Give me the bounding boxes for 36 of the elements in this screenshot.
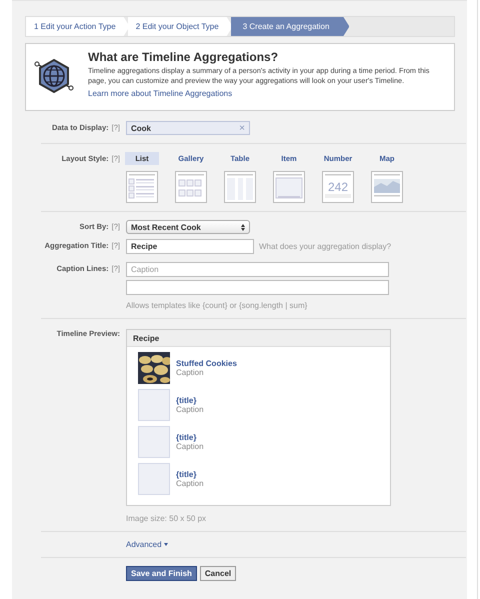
item-title[interactable]: {title} xyxy=(176,433,204,442)
item-caption: Caption xyxy=(176,368,205,377)
wizard-step[interactable]: 1 Edit your Action Type xyxy=(26,17,130,36)
image-placeholder xyxy=(138,463,170,495)
image-placeholder xyxy=(138,426,170,458)
globe-icon xyxy=(34,56,74,96)
sort-select[interactable]: Most Recent Cook xyxy=(126,220,250,234)
data-token-field[interactable]: Cook × xyxy=(126,121,250,135)
map-layout-icon[interactable] xyxy=(371,171,403,203)
image-placeholder xyxy=(138,389,170,421)
advanced-link[interactable]: Advanced xyxy=(126,540,168,549)
item-title[interactable]: {title} xyxy=(176,470,204,479)
cancel-button[interactable]: Cancel xyxy=(200,566,236,581)
save-button[interactable]: Save and Finish xyxy=(126,566,197,581)
item-caption: Caption xyxy=(176,442,204,451)
image-size-note: Image size: 50 x 50 px xyxy=(126,514,208,523)
wizard-step[interactable]: 3 Create an Aggregation xyxy=(230,17,350,36)
table-layout-icon[interactable] xyxy=(224,171,256,203)
gallery-layout-icon[interactable] xyxy=(175,171,207,203)
item-title[interactable]: Stuffed Cookies xyxy=(176,359,237,368)
wizard-step[interactable]: 2 Edit your Object Type xyxy=(128,17,233,36)
info-title: What are Timeline Aggregations? xyxy=(88,50,280,64)
item-caption: Caption xyxy=(176,479,204,488)
item-caption: Caption xyxy=(176,405,204,414)
learn-more-link[interactable]: Learn more about Timeline Aggregations xyxy=(88,89,232,98)
item-layout-icon[interactable] xyxy=(273,171,305,203)
title-hint: What does your aggregation display? xyxy=(259,241,392,253)
title-input[interactable]: Recipe xyxy=(126,239,254,254)
item-title[interactable]: {title} xyxy=(176,396,204,405)
caption-input[interactable] xyxy=(126,280,389,295)
preview-header: Recipe xyxy=(127,330,390,347)
caret-icon xyxy=(164,543,168,546)
caption-input[interactable]: Caption xyxy=(126,262,389,277)
template-hint: Allows templates like {count} or {song.length | sum} xyxy=(126,301,308,310)
updown-arrows-icon xyxy=(241,224,245,230)
list-layout-icon[interactable] xyxy=(126,171,158,203)
